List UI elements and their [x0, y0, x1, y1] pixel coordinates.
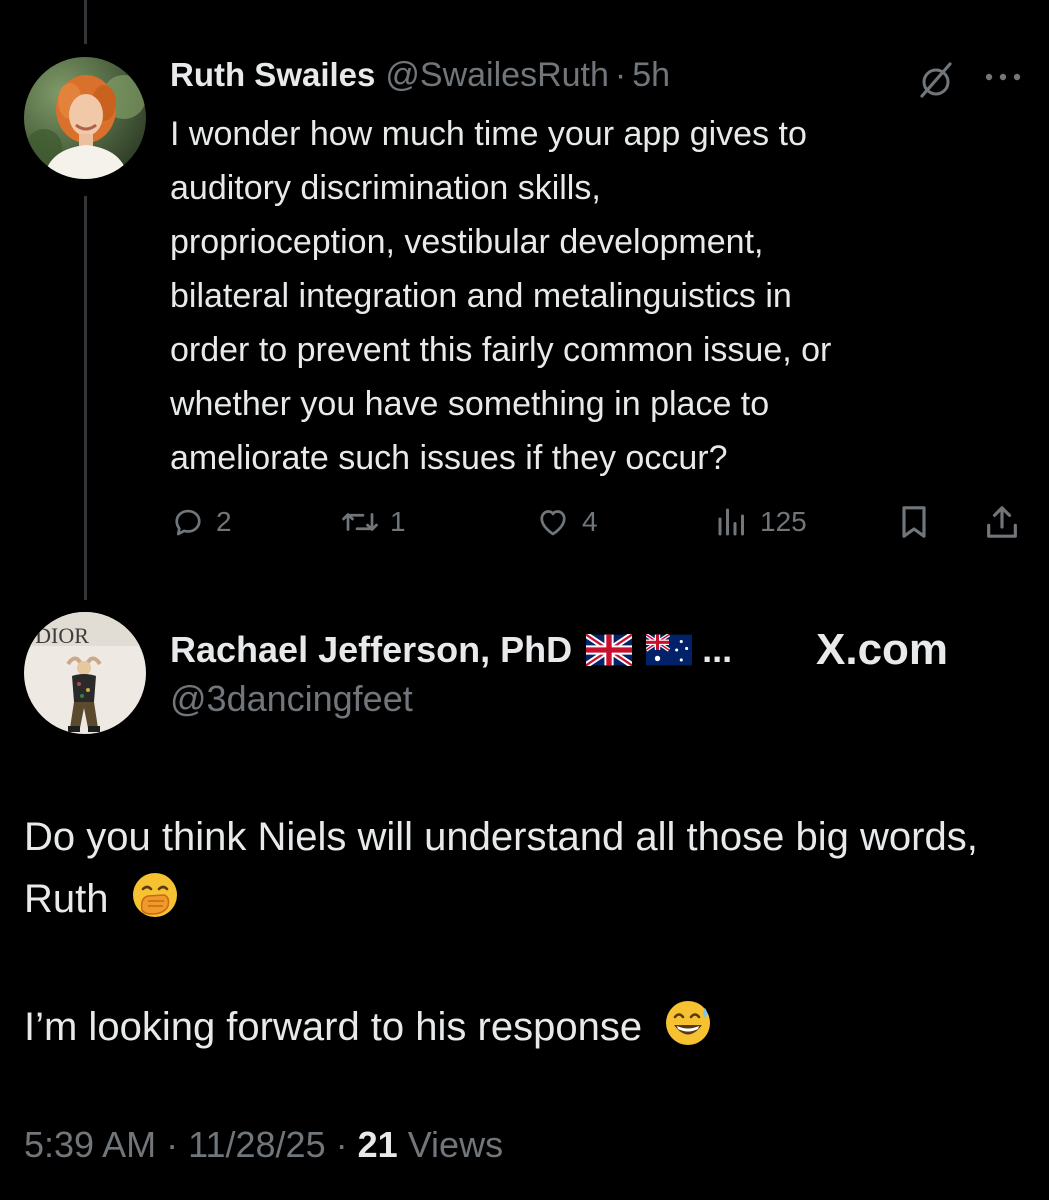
post-time[interactable]: 5:39 AM	[24, 1124, 156, 1165]
avatar-photo-ruth	[24, 57, 146, 179]
quote-author-avatar[interactable]: DIOR	[24, 612, 146, 734]
bookmark-button[interactable]	[894, 500, 934, 544]
post-paragraph-2: I’m looking forward to his response	[24, 996, 1024, 1058]
share-icon	[987, 506, 1017, 538]
reply-author-name[interactable]: Ruth Swailes	[170, 56, 375, 94]
bookmark-icon	[902, 506, 926, 538]
reply-timestamp[interactable]: 5h	[632, 56, 670, 95]
face-with-hand-over-mouth-emoji-icon	[132, 873, 177, 917]
quote-author-row: Rachael Jefferson, PhD ...	[170, 622, 732, 678]
more-icon[interactable]	[982, 62, 1024, 92]
name-truncation: ...	[702, 629, 733, 670]
post-date[interactable]: 11/28/25	[188, 1124, 325, 1165]
like-icon	[540, 510, 566, 536]
uk-flag-icon	[586, 634, 633, 666]
meta-separator: ·	[614, 56, 627, 94]
dior-sign-text: DIOR	[35, 623, 89, 648]
x-com-watermark: X.com	[816, 625, 949, 674]
grinning-sweat-emoji-icon	[666, 1001, 711, 1045]
views-button[interactable]: 125	[714, 500, 807, 544]
reply-author-avatar[interactable]	[24, 57, 146, 179]
reply-header: Ruth Swailes @SwailesRuth · 5h	[170, 56, 910, 100]
post-metadata: 5:39 AM · 11/28/25 · 21 Views	[24, 1124, 503, 1166]
like-button[interactable]: 4	[534, 500, 598, 544]
repost-button[interactable]: 1	[340, 500, 406, 544]
thread-line-connector	[84, 196, 87, 600]
post-paragraph-2-text: I’m looking forward to his response	[24, 1005, 643, 1049]
avatar-photo-rachael: DIOR	[24, 612, 146, 734]
views-count: 125	[760, 506, 807, 537]
repost-icon	[342, 513, 378, 531]
australia-flag-icon	[646, 634, 693, 666]
post-views-label: Views	[407, 1124, 504, 1165]
reply-icon	[175, 509, 201, 536]
quote-author-handle[interactable]: @3dancingfeet	[170, 678, 413, 720]
like-count: 4	[582, 506, 598, 537]
reply-count: 2	[216, 506, 232, 537]
footer-separator: ·	[166, 1124, 179, 1165]
thread-line-top	[84, 0, 87, 44]
reply-author-handle[interactable]: @SwailesRuth	[385, 56, 609, 95]
grok-icon[interactable]	[916, 60, 956, 100]
reply-text: I wonder how much time your app gives to…	[170, 115, 832, 477]
post-views-count[interactable]: 21	[358, 1124, 398, 1165]
post-paragraph-1: Do you think Niels will understand all t…	[24, 806, 1024, 930]
share-button[interactable]	[982, 500, 1022, 544]
reply-button[interactable]: 2	[170, 500, 232, 544]
footer-separator: ·	[335, 1124, 348, 1165]
quote-author-name[interactable]: Rachael Jefferson, PhD	[170, 629, 572, 671]
views-icon	[718, 508, 744, 536]
repost-count: 1	[390, 506, 406, 537]
